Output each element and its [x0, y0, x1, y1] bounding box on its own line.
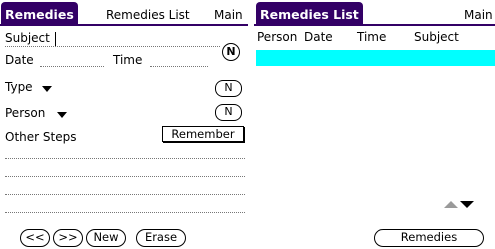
menu-main[interactable]: Main: [464, 8, 493, 22]
remedies-button[interactable]: Remedies: [374, 229, 484, 247]
column-header-subject[interactable]: Subject: [414, 30, 459, 44]
scroll-down-icon[interactable]: [460, 201, 474, 208]
new-button[interactable]: New: [86, 229, 126, 247]
subject-underline: [5, 46, 220, 47]
menu-main[interactable]: Main: [214, 8, 243, 22]
dropdown-arrow-icon: [57, 112, 67, 118]
column-header-date[interactable]: Date: [304, 30, 333, 44]
dropdown-arrow-icon: [42, 86, 52, 92]
column-header-time[interactable]: Time: [357, 30, 386, 44]
text-cursor: [55, 32, 56, 46]
scroll-arrows: [442, 198, 476, 212]
title-rule: [254, 24, 495, 26]
title-bar: Remedies List Main: [254, 0, 495, 26]
scroll-arrow-group: [444, 201, 474, 208]
type-n-button[interactable]: N: [215, 80, 242, 97]
title-rule: [0, 24, 248, 26]
form-title-tab[interactable]: Remedies: [1, 2, 78, 26]
time-field[interactable]: [150, 66, 208, 67]
time-label: Time: [113, 53, 143, 67]
other-steps-textarea[interactable]: [5, 146, 245, 216]
subject-label: Subject: [5, 31, 50, 45]
note-line: [5, 212, 245, 213]
remember-button[interactable]: Remember: [162, 126, 244, 142]
subject-category-n-icon[interactable]: N: [222, 43, 240, 61]
remedies-form-screen: Remedies Remedies List Main Subject N Da…: [0, 0, 248, 249]
menu-remedies-list[interactable]: Remedies List: [106, 8, 190, 22]
type-dropdown[interactable]: Type: [5, 80, 65, 96]
list-title-tab[interactable]: Remedies List: [256, 2, 363, 26]
column-header-person[interactable]: Person: [257, 30, 297, 44]
other-steps-label: Other Steps: [5, 130, 77, 144]
title-bar: Remedies Remedies List Main: [0, 0, 248, 26]
erase-button[interactable]: Erase: [136, 229, 186, 247]
person-dropdown[interactable]: Person: [5, 106, 85, 122]
subject-field[interactable]: [57, 32, 245, 46]
remedies-list-screen: Remedies List Main Person Date Time Subj…: [254, 0, 495, 249]
note-line: [5, 194, 245, 195]
date-label: Date: [5, 53, 34, 67]
note-line: [5, 176, 245, 177]
person-label: Person: [5, 106, 46, 120]
person-n-button[interactable]: N: [215, 104, 242, 121]
note-line: [5, 158, 245, 159]
date-field[interactable]: [40, 66, 104, 67]
previous-record-button[interactable]: <<: [20, 229, 50, 247]
type-label: Type: [5, 80, 33, 94]
scroll-up-icon[interactable]: [444, 201, 458, 208]
selected-list-row[interactable]: [256, 50, 495, 66]
next-record-button[interactable]: >>: [53, 229, 83, 247]
